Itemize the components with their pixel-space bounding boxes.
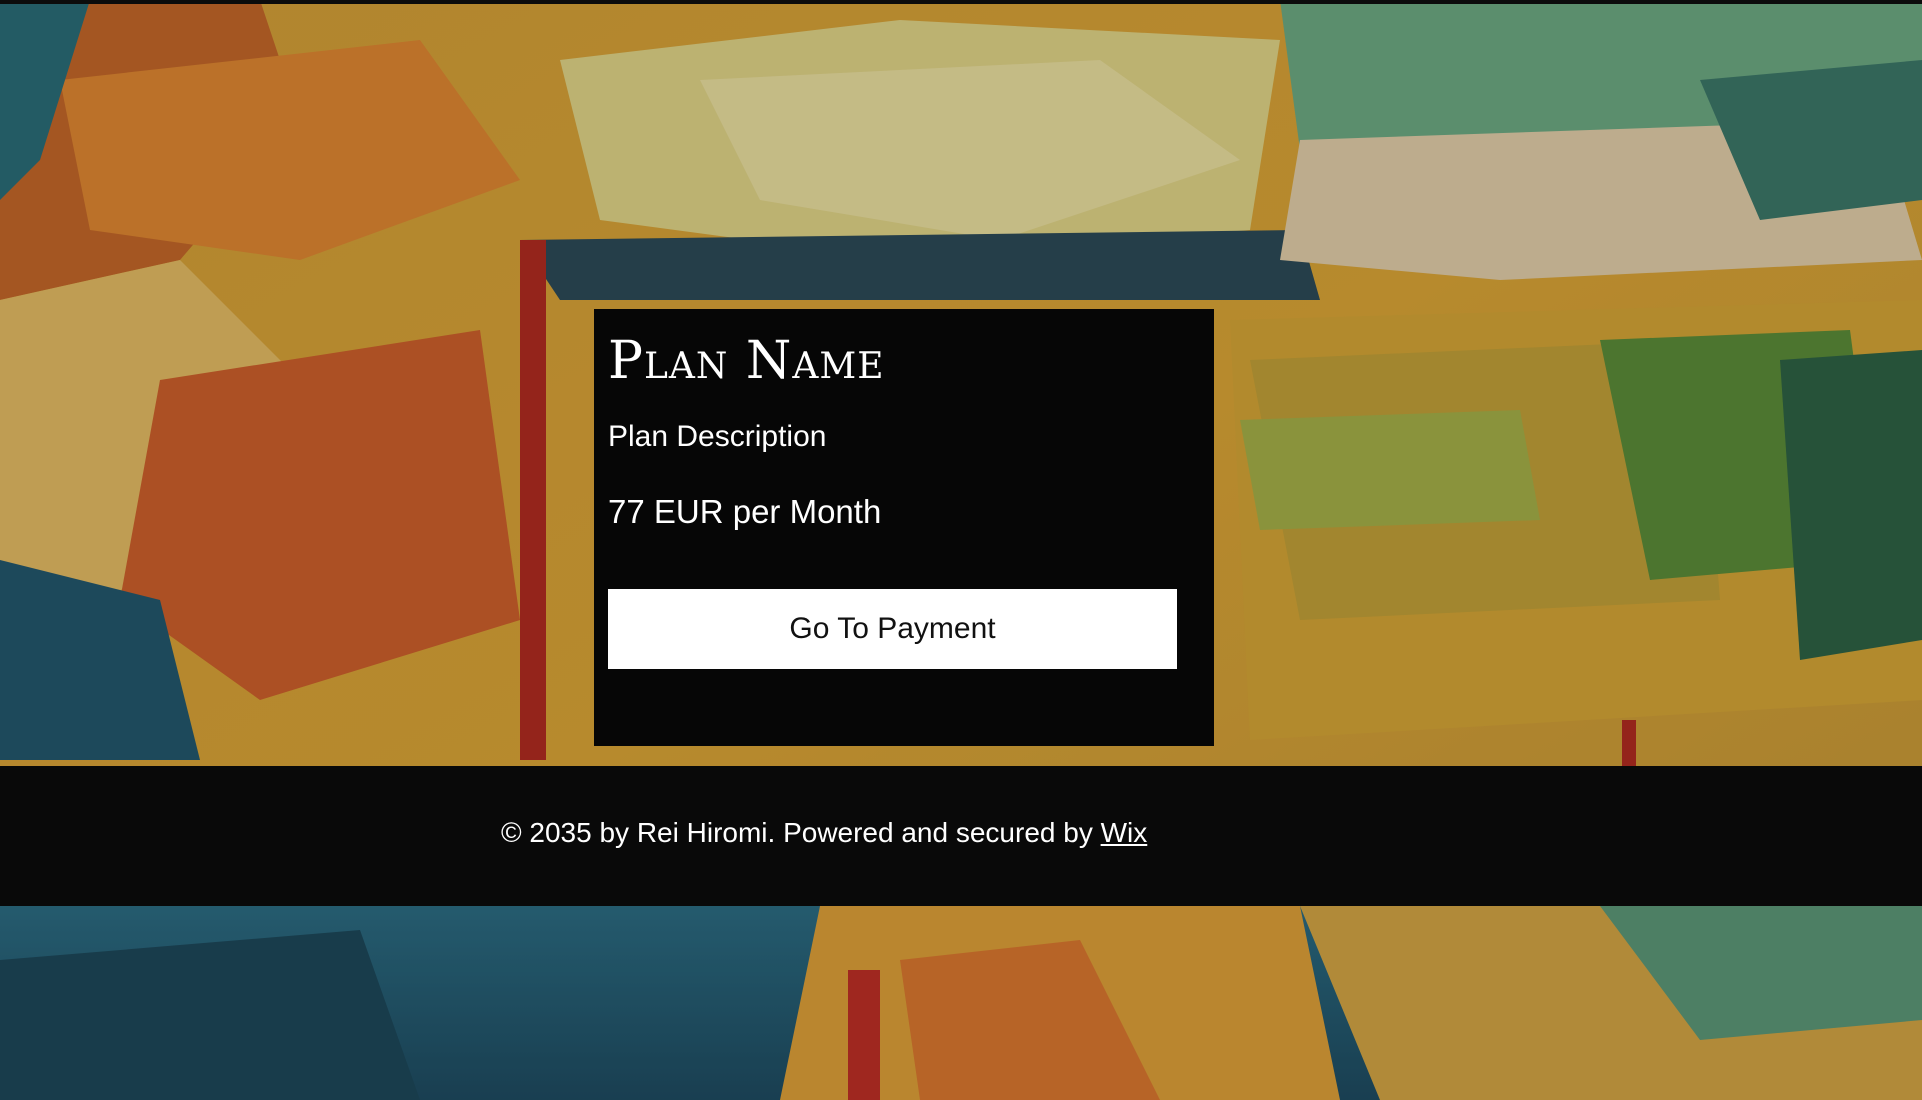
plan-description: Plan Description [608,420,827,453]
plan-card: Plan Name Plan Description 77 EUR per Mo… [594,309,1214,746]
site-footer: © 2035 by Rei Hiromi. Powered and secure… [0,766,1922,906]
plan-name: Plan Name [608,331,885,391]
wix-link[interactable]: Wix [1101,817,1148,848]
top-border [0,0,1922,4]
footer-copyright: © 2035 by Rei Hiromi. Powered and secure… [501,816,1147,850]
footer-copyright-text: © 2035 by Rei Hiromi. Powered and secure… [501,817,1093,848]
go-to-payment-button[interactable]: Go To Payment [608,589,1177,669]
plan-price: 77 EUR per Month [608,493,882,530]
